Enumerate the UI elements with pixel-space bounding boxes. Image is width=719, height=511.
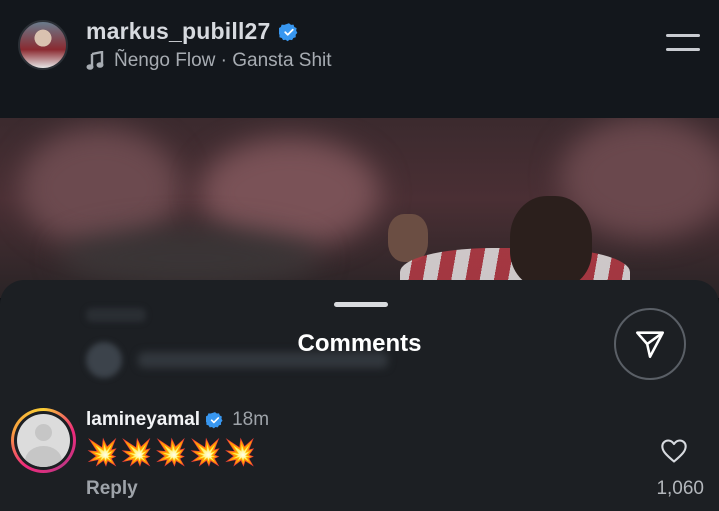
blurred-text [86, 308, 146, 322]
menu-icon[interactable] [666, 34, 700, 54]
share-button[interactable] [614, 308, 686, 380]
music-label: Ñengo Flow · Gansta Shit [114, 50, 332, 71]
verified-badge-icon [278, 22, 297, 41]
commenter-username[interactable]: lamineyamal [86, 409, 200, 431]
sheet-title: Comments [297, 330, 422, 357]
author-row: markus_pubill27 [86, 18, 299, 45]
post-header: markus_pubill27 Ñengo Flow · Gansta Shit [0, 0, 719, 118]
comments-sheet: Comments [0, 280, 719, 511]
reply-button[interactable]: Reply [86, 478, 138, 500]
music-note-icon [86, 51, 104, 70]
comment-timestamp: 18m [232, 409, 270, 430]
author-username[interactable]: markus_pubill27 [86, 18, 271, 45]
author-avatar[interactable] [18, 20, 68, 70]
like-count: 1,060 [656, 478, 704, 499]
commenter-avatar[interactable] [11, 408, 76, 473]
player-hand [388, 214, 428, 262]
comment-header: lamineyamal 18m [86, 409, 269, 431]
share-icon [635, 331, 665, 359]
heart-icon[interactable] [660, 438, 688, 464]
music-row[interactable]: Ñengo Flow · Gansta Shit [86, 50, 332, 72]
verified-badge-icon [206, 412, 223, 429]
sheet-grabber[interactable] [334, 302, 388, 307]
comment-text: 💥💥💥💥💥 [86, 438, 258, 468]
default-avatar-icon [17, 414, 70, 467]
player-head [510, 196, 592, 288]
post-photo [0, 118, 719, 298]
